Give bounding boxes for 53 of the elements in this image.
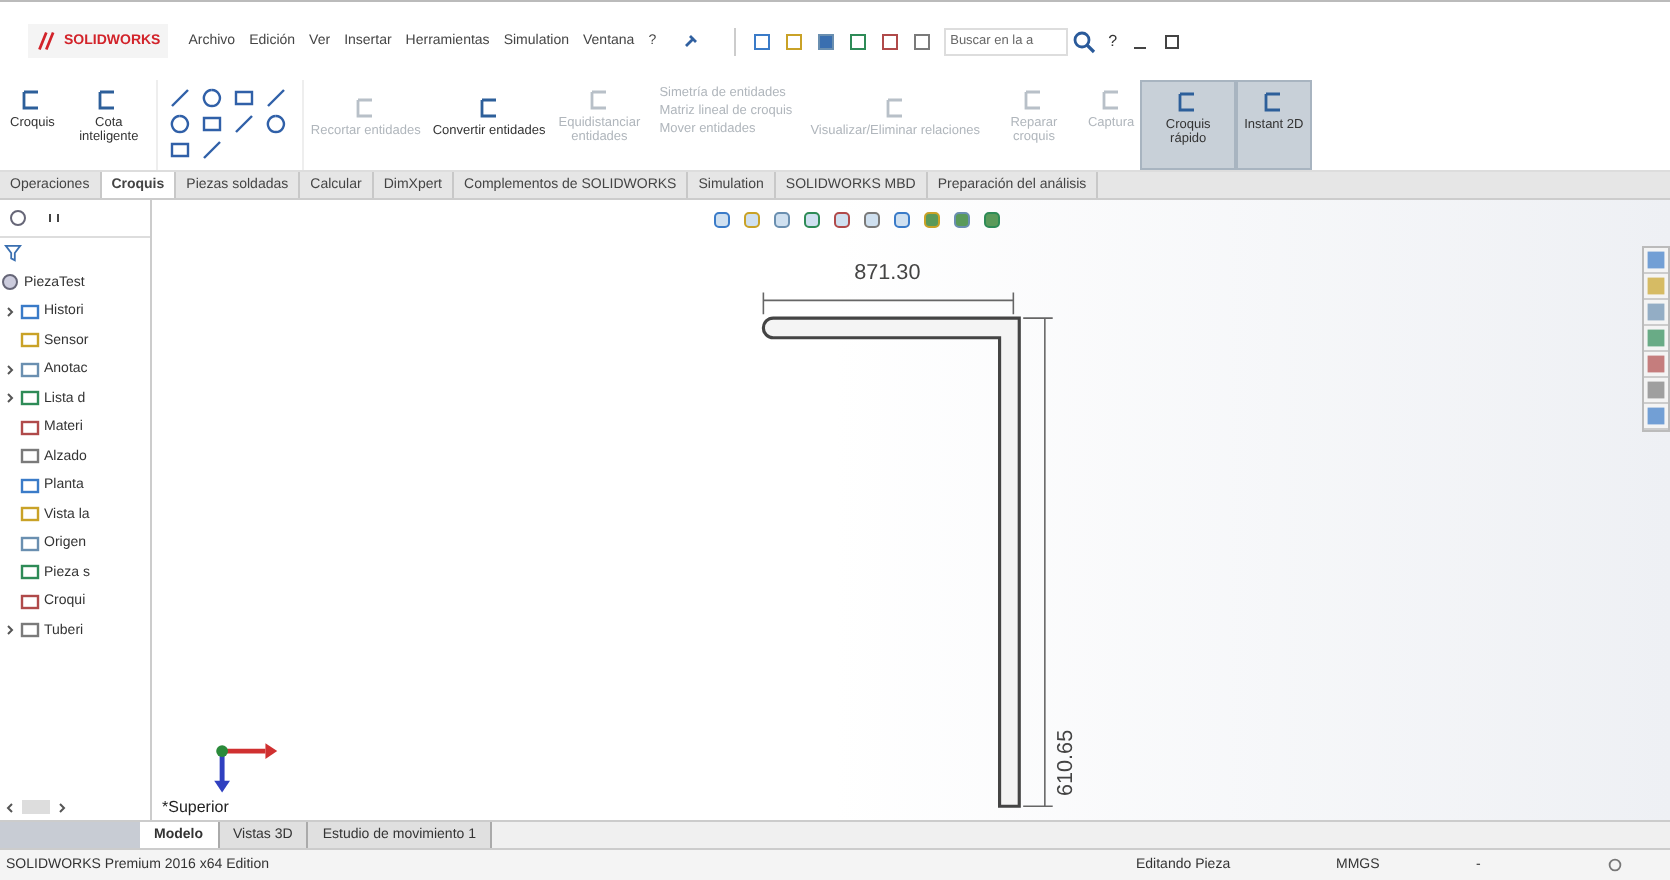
sketch-tool-icon[interactable] [170, 114, 191, 134]
view-name: *Superior [162, 798, 229, 816]
maximize-icon[interactable] [1161, 31, 1182, 51]
filter-icon[interactable] [4, 244, 22, 262]
sketch-tool-icon [883, 96, 908, 120]
feature-icon [20, 533, 40, 554]
toolbar-icon[interactable] [752, 31, 773, 51]
feature-icon [20, 591, 40, 612]
sketch-tool-icon[interactable] [202, 114, 223, 134]
help-button[interactable]: ? [1108, 32, 1118, 50]
feature-icon [20, 359, 40, 380]
sketch-tool-icon[interactable] [170, 88, 191, 108]
logo-icon [36, 30, 60, 52]
task-pane-icon[interactable] [1644, 352, 1668, 378]
scroll-right-icon[interactable] [56, 801, 68, 813]
feature-icon [20, 388, 40, 409]
feature-icon [20, 620, 40, 641]
feature-icon [20, 301, 40, 322]
feature-icon [20, 330, 40, 351]
sketch-tool-icon[interactable] [266, 88, 287, 108]
sketch-tool-icon[interactable] [170, 140, 191, 160]
feature-icon [20, 504, 40, 525]
sketch-tool-icon[interactable] [202, 140, 223, 160]
pin-icon[interactable] [682, 33, 699, 49]
dimension-value[interactable]: 610.65 [1054, 729, 1079, 796]
sketch-tool-icon [1021, 88, 1046, 112]
axis-triad-drawing [214, 743, 278, 793]
scroll-thumb[interactable] [22, 800, 50, 814]
sketch-tool-icon [353, 96, 378, 120]
sketch-tool-icon[interactable] [234, 88, 255, 108]
scroll-left-icon[interactable] [4, 801, 16, 813]
toolbar-icon[interactable] [880, 31, 901, 51]
dimension-line[interactable] [1022, 317, 1054, 807]
status-icon[interactable] [1606, 856, 1624, 874]
sketch-tool-icon [1261, 90, 1286, 114]
feature-manager-icon[interactable] [8, 208, 28, 228]
dimension-line[interactable] [762, 291, 1015, 315]
search-icon[interactable] [1072, 29, 1097, 53]
sketch-tool-icon [1099, 88, 1124, 112]
toolbar-icon[interactable] [816, 31, 837, 51]
sketch-tool-icon[interactable] [234, 114, 255, 134]
toolbar-icon[interactable] [848, 31, 869, 51]
feature-icon [20, 475, 40, 496]
toolbar-icon[interactable] [912, 31, 933, 51]
sketch-tool-icon [477, 96, 502, 120]
sketch-tool-icon [587, 88, 612, 112]
feature-icon [20, 417, 40, 438]
part-icon [0, 272, 20, 293]
dimension-value[interactable]: 871.30 [854, 260, 921, 285]
sketch-tool-icon[interactable] [266, 114, 287, 134]
feature-icon [20, 562, 40, 583]
feature-icon [20, 446, 40, 467]
sketch-tool-icon[interactable] [202, 88, 223, 108]
